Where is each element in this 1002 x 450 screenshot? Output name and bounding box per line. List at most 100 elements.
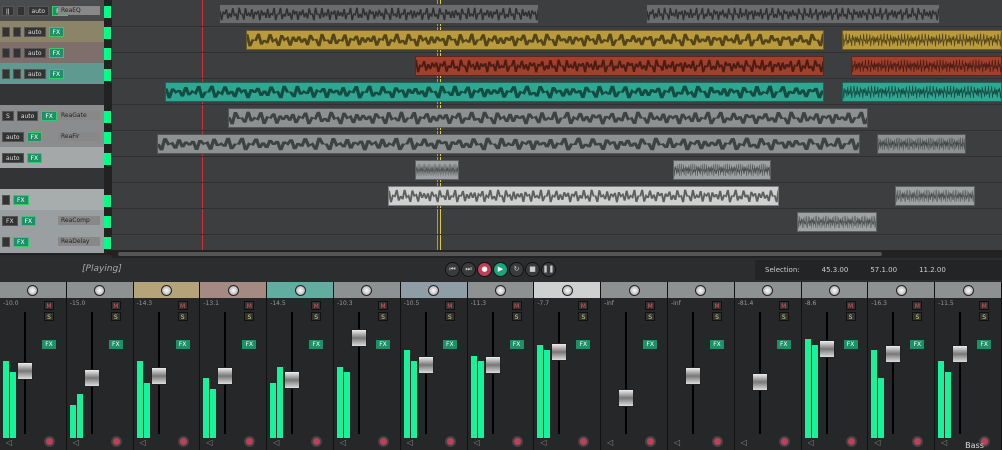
track-fx-button[interactable]: FX (13, 237, 29, 247)
volume-readout[interactable]: -14.5 (270, 300, 286, 307)
volume-readout[interactable]: -11.3 (471, 300, 487, 307)
fx-button[interactable]: FX (843, 340, 858, 349)
track-button[interactable]: auto (27, 6, 50, 16)
mute-button[interactable]: M (110, 301, 121, 310)
record-arm-button[interactable] (645, 436, 657, 447)
track-button[interactable]: auto (2, 132, 24, 142)
solo-button[interactable]: S (44, 312, 54, 321)
audio-item[interactable] (895, 186, 976, 206)
mute-button[interactable]: M (377, 301, 388, 310)
track-button[interactable] (13, 27, 21, 37)
track-row[interactable]: FX (0, 189, 104, 211)
pan-knob[interactable] (27, 284, 39, 296)
volume-fader[interactable] (751, 372, 768, 391)
fx-button[interactable]: FX (309, 340, 324, 349)
track-row[interactable]: auto FX (0, 63, 104, 85)
solo-button[interactable]: S (110, 312, 121, 321)
mute-button[interactable]: M (311, 301, 322, 310)
pan-knob[interactable] (428, 284, 440, 296)
pan-knob[interactable] (695, 284, 707, 296)
record-arm-button[interactable] (711, 436, 723, 447)
volume-readout[interactable]: -inf (671, 300, 681, 307)
record-button[interactable]: ● (477, 262, 492, 277)
volume-readout[interactable]: -8.6 (805, 300, 817, 307)
mute-button[interactable]: M (177, 301, 188, 310)
mute-button[interactable]: M (244, 301, 255, 310)
phase-icon[interactable]: ◁ (340, 438, 346, 447)
fx-button[interactable]: FX (108, 340, 123, 349)
track-button[interactable] (13, 69, 21, 79)
fx-plugin-slot[interactable]: ReaFir (58, 132, 100, 141)
record-arm-button[interactable] (110, 436, 122, 447)
volume-readout[interactable]: -13.1 (203, 300, 219, 307)
volume-fader[interactable] (350, 328, 367, 347)
solo-button[interactable]: S (311, 312, 322, 321)
pan-knob[interactable] (561, 284, 573, 296)
track-row[interactable]: auto FX (0, 21, 104, 43)
track-button[interactable]: auto (24, 48, 46, 58)
record-arm-button[interactable] (511, 436, 523, 447)
fx-button[interactable]: FX (576, 340, 591, 349)
audio-item[interactable] (227, 108, 869, 128)
solo-button[interactable]: S (845, 312, 856, 321)
solo-button[interactable]: S (778, 312, 789, 321)
fx-button[interactable]: FX (509, 340, 524, 349)
audio-item[interactable] (877, 134, 967, 154)
mute-button[interactable]: M (578, 301, 589, 310)
selection-end[interactable]: 57.1.00 (870, 266, 897, 274)
mute-button[interactable]: M (444, 301, 455, 310)
pan-knob[interactable] (828, 284, 840, 296)
volume-fader[interactable] (150, 367, 167, 385)
pan-knob[interactable] (494, 284, 506, 296)
volume-readout[interactable]: -11.5 (938, 300, 954, 307)
mute-button[interactable]: M (912, 301, 923, 310)
fx-button[interactable]: FX (242, 340, 257, 349)
track-button[interactable]: auto (24, 27, 46, 37)
track-button[interactable]: auto (16, 111, 39, 121)
track-button[interactable] (2, 195, 10, 205)
track-button[interactable]: auto (2, 153, 24, 163)
volume-readout[interactable]: -10.0 (3, 300, 19, 307)
mute-button[interactable]: M (979, 301, 990, 310)
volume-fader[interactable] (618, 389, 635, 407)
phase-icon[interactable]: ◁ (874, 438, 880, 447)
volume-fader[interactable] (217, 367, 234, 385)
mute-button[interactable]: M (711, 301, 722, 310)
repeat-button[interactable]: ↻ (509, 262, 524, 277)
audio-item[interactable] (387, 186, 780, 206)
fx-plugin-slot[interactable]: ReaEQ (58, 6, 100, 15)
solo-button[interactable]: S (578, 312, 589, 321)
phase-icon[interactable]: ◁ (140, 438, 146, 447)
record-arm-button[interactable] (377, 436, 389, 447)
track-button[interactable] (2, 27, 10, 37)
record-arm-button[interactable] (912, 436, 924, 447)
track-button[interactable] (2, 48, 10, 58)
audio-item[interactable] (797, 212, 878, 232)
record-arm-button[interactable] (578, 436, 590, 447)
track-fx-button[interactable]: FX (41, 111, 57, 121)
fx-button[interactable]: FX (977, 340, 992, 349)
solo-button[interactable]: S (444, 312, 455, 321)
pause-button[interactable]: ❚❚ (541, 262, 556, 277)
fx-button[interactable]: FX (175, 340, 190, 349)
track-fx-button[interactable]: FX (20, 216, 37, 226)
volume-readout[interactable]: -14.3 (137, 300, 153, 307)
phase-icon[interactable]: ◁ (206, 438, 212, 447)
track-fx-button[interactable]: FX (26, 153, 43, 163)
phase-icon[interactable]: ◁ (808, 438, 814, 447)
track-button[interactable]: ǀǀ (2, 6, 14, 16)
volume-fader[interactable] (952, 345, 969, 363)
audio-item[interactable] (646, 4, 940, 24)
record-arm-button[interactable] (311, 436, 323, 447)
phase-icon[interactable]: ◁ (273, 438, 279, 447)
record-arm-button[interactable] (778, 436, 790, 447)
pan-knob[interactable] (361, 284, 373, 296)
track-fx-button[interactable]: FX (26, 132, 43, 142)
solo-button[interactable]: S (912, 312, 923, 321)
mute-button[interactable]: M (845, 301, 856, 310)
stop-button[interactable]: ■ (525, 262, 540, 277)
phase-icon[interactable]: ◁ (674, 438, 680, 447)
track-button[interactable] (2, 69, 10, 79)
record-arm-button[interactable] (44, 436, 55, 447)
record-arm-button[interactable] (177, 436, 189, 447)
